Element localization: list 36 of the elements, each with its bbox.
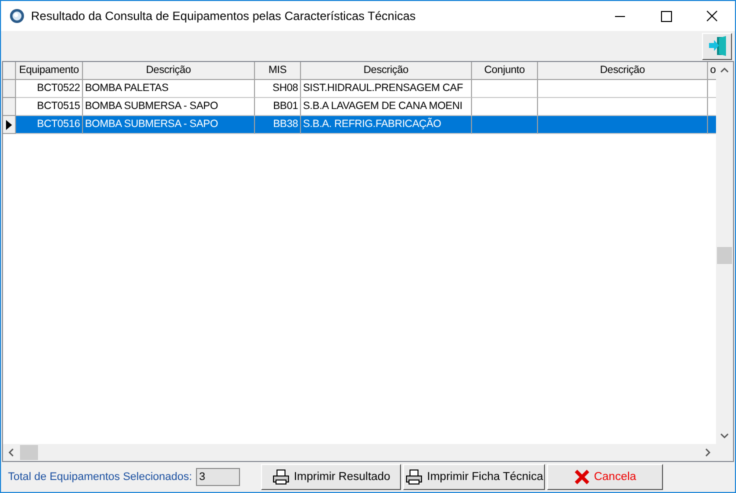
- window-title: Resultado da Consulta de Equipamentos pelas Características Técnicas: [31, 9, 417, 23]
- scroll-thumb[interactable]: [717, 247, 732, 264]
- print-button[interactable]: Imprimir Ficha Técnica: [403, 464, 546, 490]
- scroll-thumb[interactable]: [20, 445, 38, 460]
- app-icon: [9, 8, 25, 24]
- table-cell: BCT0522: [16, 80, 83, 98]
- printer-icon: [272, 469, 290, 485]
- cancel-button[interactable]: Cancela: [547, 464, 664, 490]
- table-cell: [472, 80, 538, 98]
- exit-button[interactable]: [702, 32, 732, 60]
- column-header[interactable]: Equipamento: [16, 62, 83, 80]
- column-header[interactable]: MIS: [255, 62, 301, 80]
- printer-icon: [405, 469, 424, 485]
- table-cell: SIST.HIDRAUL.PRENSAGEM CAF: [301, 80, 472, 98]
- vertical-scrollbar[interactable]: [716, 62, 733, 444]
- column-header[interactable]: Descrição: [83, 62, 255, 80]
- horizontal-scrollbar[interactable]: [3, 444, 733, 461]
- selected-count-field: 3: [196, 468, 240, 486]
- column-header[interactable]: Descrição: [301, 62, 472, 80]
- table-cell: BOMBA PALETAS: [83, 80, 255, 98]
- header-corner: [3, 62, 16, 80]
- print-button[interactable]: Imprimir Resultado: [261, 464, 402, 490]
- row-indicator[interactable]: [3, 116, 16, 134]
- table-cell: [472, 116, 538, 134]
- selected-count-label: Total de Equipamentos Selecionados:: [8, 471, 192, 483]
- column-header[interactable]: Conjunto: [472, 62, 538, 80]
- table-cell: S.B.A. REFRIG.FABRICAÇÃO: [301, 116, 472, 134]
- cross-icon: [574, 469, 590, 485]
- row-pointer-icon: [6, 120, 12, 130]
- table-cell: BB38: [255, 116, 301, 134]
- door-arrow-icon: [706, 35, 728, 57]
- column-header[interactable]: o: [708, 62, 716, 80]
- table-cell: SH08: [255, 80, 301, 98]
- column-header[interactable]: Descrição: [538, 62, 708, 80]
- table-cell: BCT0516: [16, 116, 83, 134]
- table-cell: BOMBA SUBMERSA - SAPO: [83, 116, 255, 134]
